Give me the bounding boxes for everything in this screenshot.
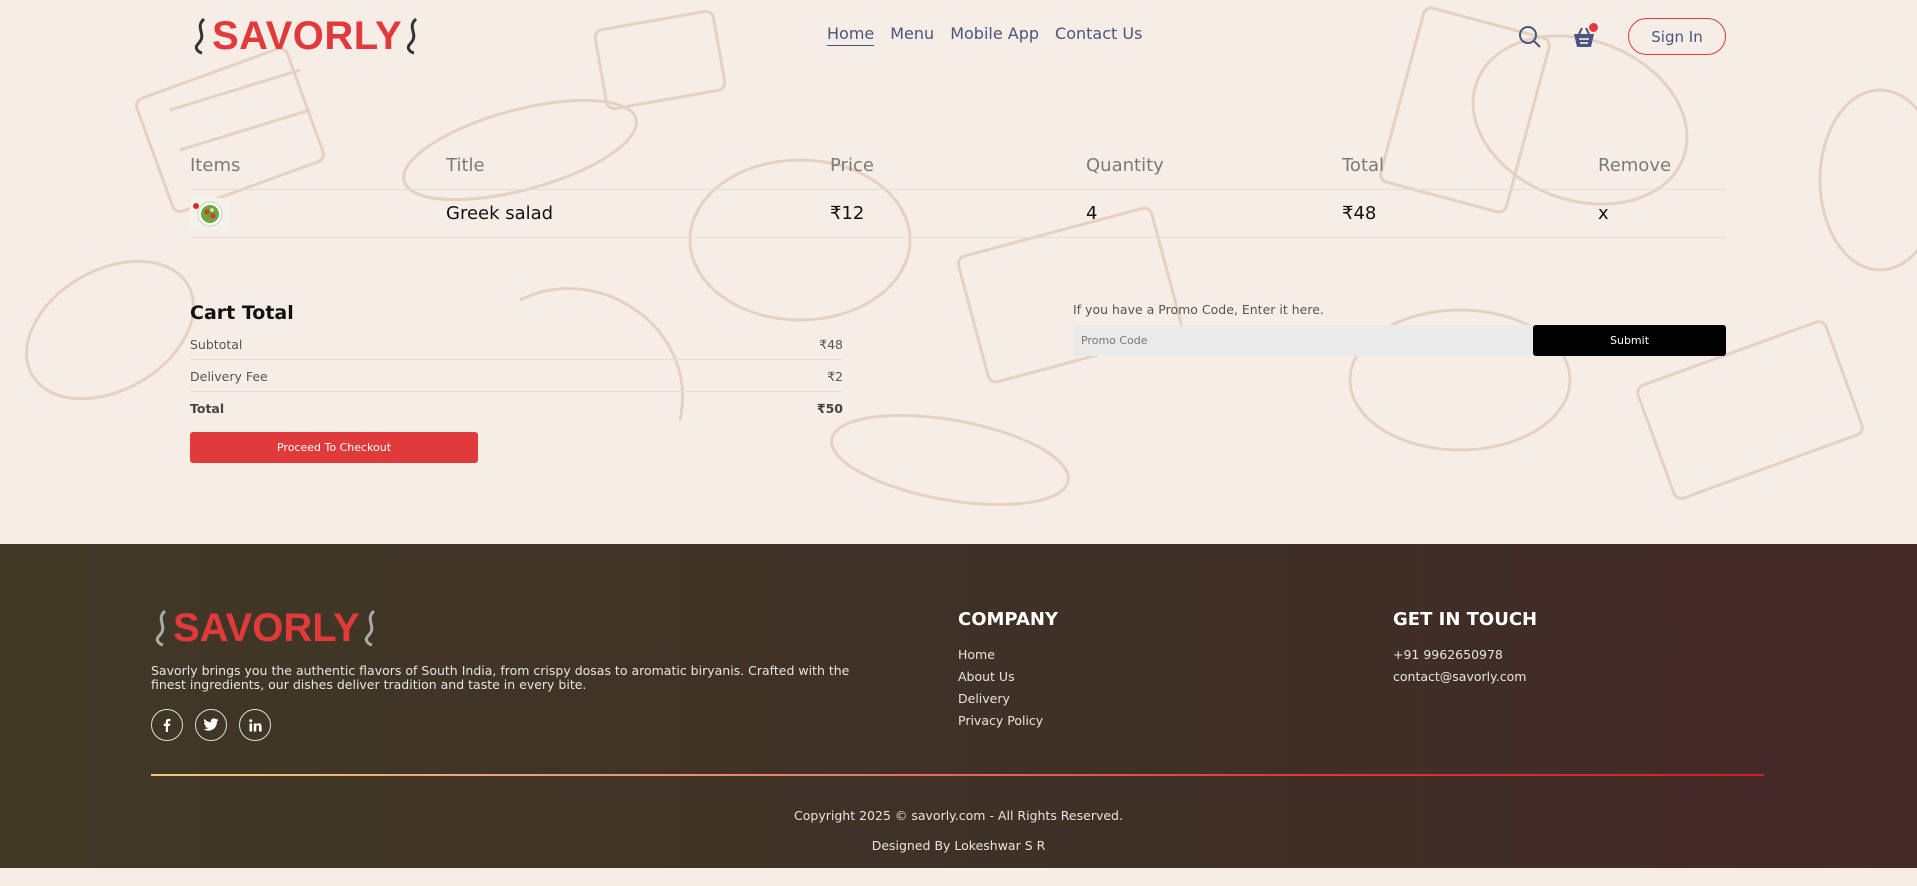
social-links: [151, 709, 271, 741]
company-heading: COMPANY: [958, 609, 1058, 630]
divider: [190, 359, 843, 360]
cart-notification-dot: [1589, 22, 1598, 32]
item-thumbnail: [190, 197, 230, 230]
nav-link-menu[interactable]: Menu: [890, 24, 934, 46]
contact-heading: GET IN TOUCH: [1393, 609, 1538, 630]
subtotal-label: Subtotal: [190, 336, 243, 352]
divider: [190, 391, 843, 392]
promo-prompt: If you have a Promo Code, Enter it here.: [1073, 302, 1324, 317]
search-icon: [1519, 25, 1541, 48]
delivery-fee-line: Delivery Fee ₹2: [190, 366, 843, 386]
total-value: ₹50: [816, 400, 843, 416]
footer-link-home[interactable]: Home: [958, 647, 1058, 669]
search-button[interactable]: [1516, 23, 1544, 51]
sign-in-button[interactable]: Sign In: [1628, 18, 1726, 55]
twitter-link[interactable]: [195, 709, 227, 741]
basket-button[interactable]: [1570, 22, 1598, 51]
footer: SAVORLY Savorly brings you the authentic…: [0, 544, 1917, 868]
item-total: ₹48: [1342, 203, 1377, 224]
copyright-text: Copyright 2025 © savorly.com - All Right…: [794, 808, 1123, 823]
nav-link-mobile-app[interactable]: Mobile App: [950, 24, 1039, 46]
footer-logo-text: SAVORLY: [173, 605, 360, 650]
navbar: SAVORLY Home Menu Mobile App Contact Us …: [190, 14, 1726, 58]
cart-total-section: Cart Total Subtotal ₹48 Delivery Fee ₹2 …: [190, 302, 843, 463]
nav-link-home[interactable]: Home: [827, 24, 875, 46]
cart-header-row: Items Title Price Quantity Total Remove: [190, 150, 1726, 180]
contact-email[interactable]: contact@savorly.com: [1393, 669, 1537, 691]
promo-box: Submit: [1073, 325, 1726, 356]
header-quantity: Quantity: [1086, 154, 1164, 176]
footer-logo[interactable]: SAVORLY: [151, 605, 382, 650]
logo-text: SAVORLY: [212, 13, 403, 58]
steam-icon: [407, 17, 418, 55]
linkedin-link[interactable]: [239, 709, 271, 741]
cart-table: Items Title Price Quantity Total Remove …: [190, 150, 1726, 238]
delivery-fee-value: ₹2: [827, 368, 843, 384]
item-price: ₹12: [830, 203, 865, 224]
header-items: Items: [190, 154, 241, 176]
nav-link-contact-us[interactable]: Contact Us: [1055, 24, 1142, 46]
cart-total-heading: Cart Total: [190, 302, 294, 324]
item-quantity: 4: [1086, 203, 1098, 224]
footer-contact-column: GET IN TOUCH +91 9962650978 contact@savo…: [1393, 609, 1537, 691]
subtotal-value: ₹48: [819, 336, 843, 352]
navbar-logo[interactable]: SAVORLY: [190, 14, 424, 58]
divider: [190, 237, 1726, 238]
steam-icon: [194, 17, 206, 55]
total-label: Total: [190, 400, 225, 416]
footer-link-privacy-policy[interactable]: Privacy Policy: [958, 713, 1058, 735]
nav-actions: Sign In: [1516, 18, 1726, 55]
total-line: Total ₹50: [190, 398, 843, 418]
subtotal-line: Subtotal ₹48: [190, 334, 843, 354]
nav-links: Home Menu Mobile App Contact Us: [827, 24, 1142, 46]
footer-link-about-us[interactable]: About Us: [958, 669, 1058, 691]
table-row: Greek salad ₹12 4 ₹48 x: [190, 190, 1726, 237]
twitter-icon: [203, 718, 219, 731]
footer-link-delivery[interactable]: Delivery: [958, 691, 1058, 713]
promo-submit-button[interactable]: Submit: [1533, 325, 1726, 356]
linkedin-icon: [248, 718, 262, 731]
footer-divider: [151, 774, 1764, 776]
promo-section: If you have a Promo Code, Enter it here.…: [1073, 302, 1726, 356]
footer-description: Savorly brings you the authentic flavors…: [151, 663, 850, 692]
steam-icon: [364, 609, 375, 647]
header-price: Price: [830, 154, 874, 176]
contact-phone[interactable]: +91 9962650978: [1393, 647, 1537, 669]
delivery-fee-label: Delivery Fee: [190, 368, 268, 384]
steam-icon: [155, 609, 167, 647]
facebook-icon: [163, 718, 171, 732]
proceed-to-checkout-button[interactable]: Proceed To Checkout: [190, 432, 478, 463]
item-title: Greek salad: [446, 203, 554, 224]
facebook-link[interactable]: [151, 709, 183, 741]
footer-company-column: COMPANY Home About Us Delivery Privacy P…: [958, 609, 1058, 735]
header-total: Total: [1342, 154, 1385, 176]
header-remove: Remove: [1598, 154, 1672, 176]
header-title: Title: [446, 154, 485, 176]
designed-by-text: Designed By Lokeshwar S R: [871, 838, 1046, 853]
remove-item-button[interactable]: x: [1598, 203, 1726, 224]
promo-code-input[interactable]: [1073, 325, 1533, 356]
